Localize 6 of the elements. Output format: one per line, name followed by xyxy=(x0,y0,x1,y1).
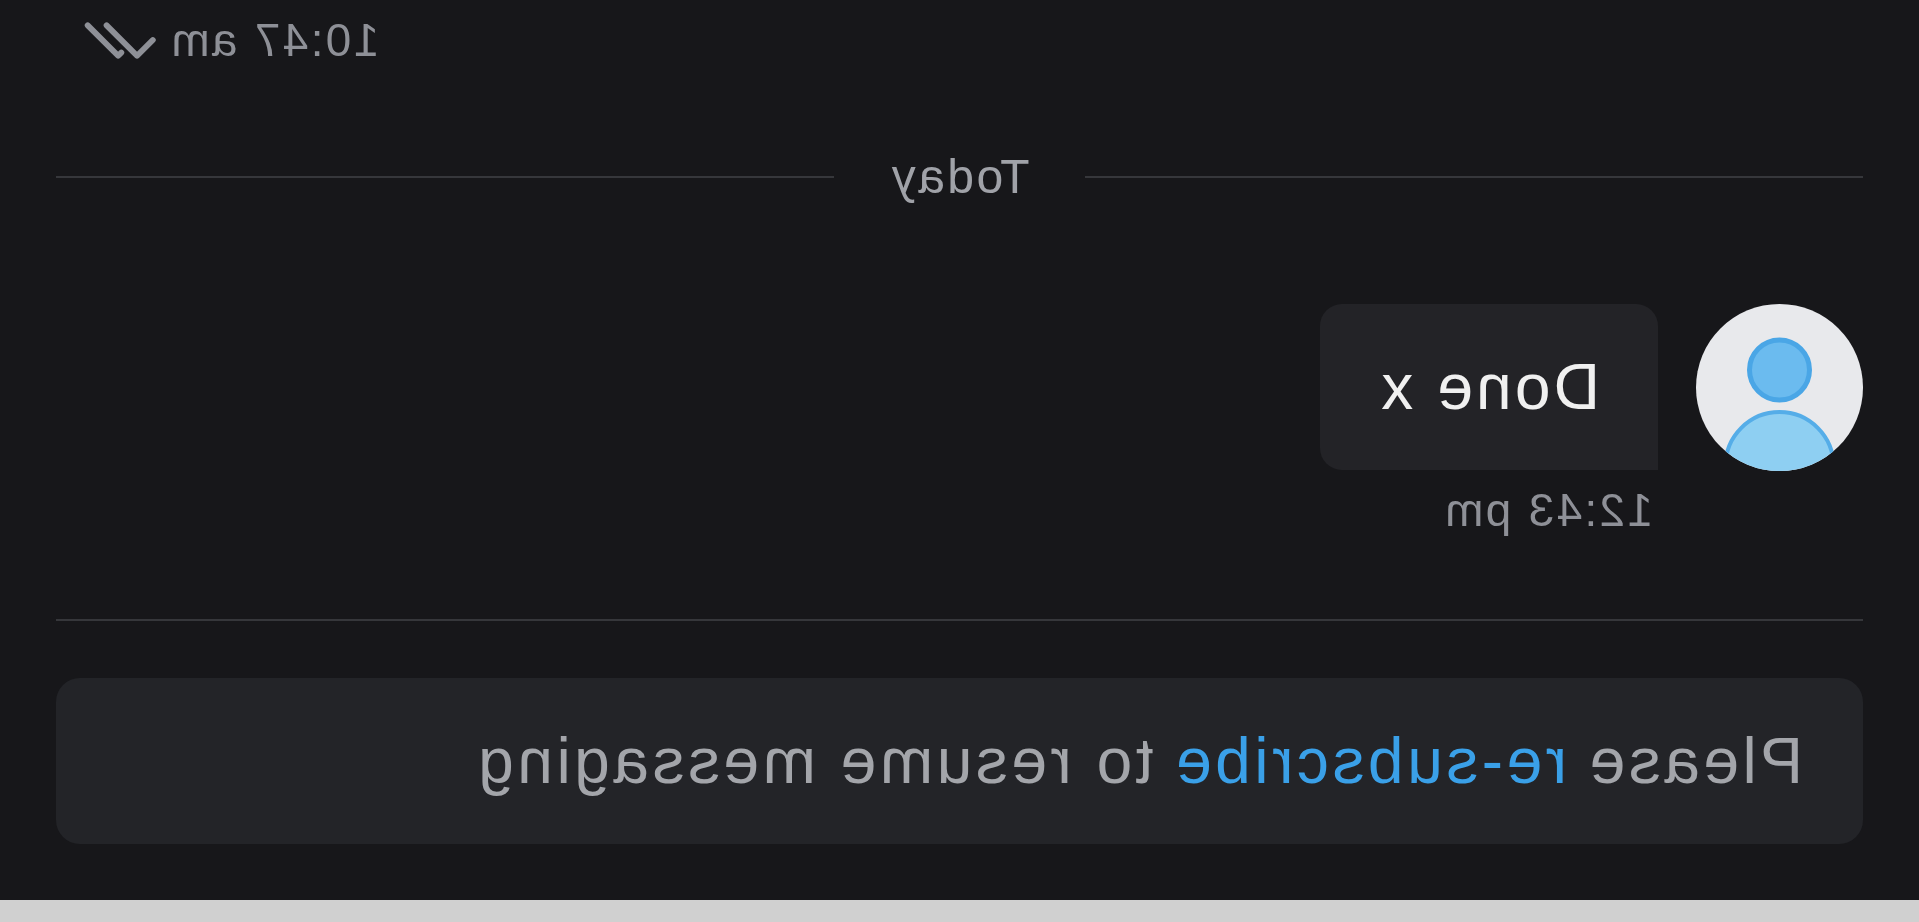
date-divider-label: Today xyxy=(889,153,1030,201)
message-time: 10:47 am xyxy=(169,17,380,63)
notice-text: Please xyxy=(1586,729,1803,793)
avatar-icon xyxy=(1696,304,1863,471)
message-text: Done x xyxy=(1378,355,1600,419)
resubscribe-link[interactable]: re-subscribe xyxy=(1172,729,1567,793)
